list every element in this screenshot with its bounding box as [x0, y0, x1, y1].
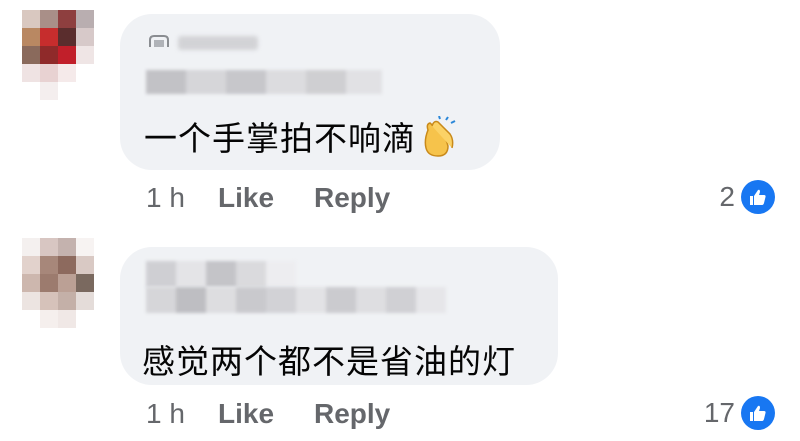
- comment-text-content: 一个手掌拍不响滴: [144, 119, 416, 158]
- comment-text: 一个手掌拍不响滴: [144, 112, 458, 162]
- comment-bubble: 一个手掌拍不响滴: [120, 14, 500, 170]
- top-fan-badge-icon: [149, 35, 169, 47]
- blurred-author-detail: [146, 287, 446, 313]
- blurred-author-detail: [146, 70, 382, 94]
- comment-actions: 1 h Like Reply: [146, 398, 390, 430]
- like-button[interactable]: Like: [218, 398, 314, 430]
- like-button[interactable]: Like: [218, 182, 314, 214]
- comment-bubble: 感觉两个都不是省油的灯: [120, 247, 558, 385]
- comment-text: 感觉两个都不是省油的灯: [142, 342, 516, 381]
- comment-timestamp[interactable]: 1 h: [146, 182, 218, 214]
- comment-timestamp[interactable]: 1 h: [146, 398, 218, 430]
- reaction-summary[interactable]: 17: [704, 396, 775, 430]
- blurred-author-name: [146, 261, 296, 287]
- avatar[interactable]: [22, 238, 94, 328]
- blurred-author-name: [178, 36, 258, 50]
- reaction-summary[interactable]: 2: [719, 180, 775, 214]
- reply-button[interactable]: Reply: [314, 398, 390, 430]
- thumbs-up-icon: [741, 396, 775, 430]
- avatar[interactable]: [22, 10, 94, 100]
- thumbs-up-icon: [741, 180, 775, 214]
- reaction-count: 17: [703, 397, 735, 428]
- clapping-hands-icon: [424, 115, 456, 157]
- comment-actions: 1 h Like Reply: [146, 182, 390, 214]
- reply-button[interactable]: Reply: [314, 182, 390, 214]
- reaction-count: 2: [719, 181, 735, 212]
